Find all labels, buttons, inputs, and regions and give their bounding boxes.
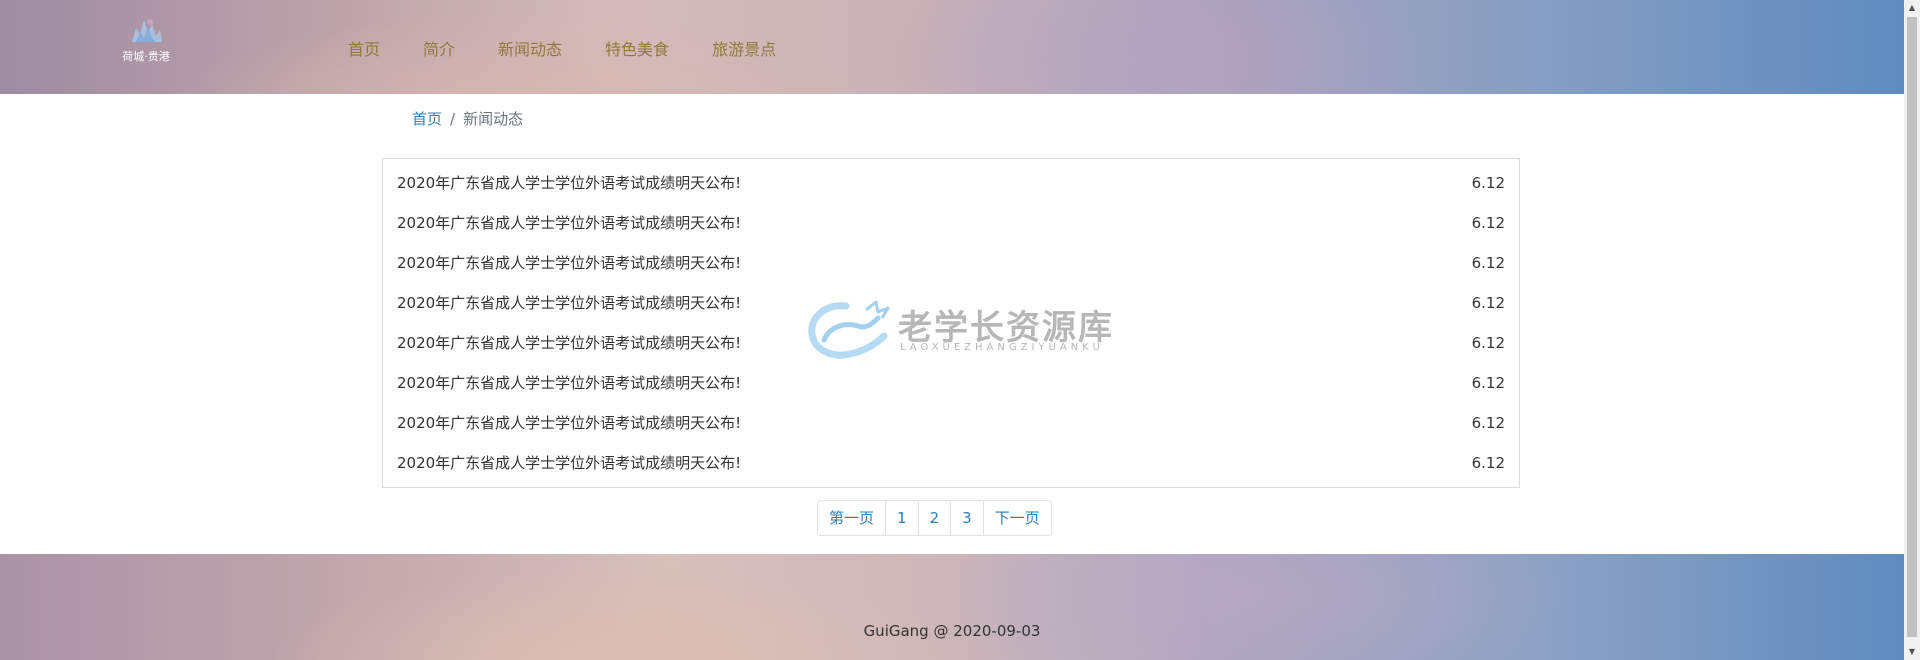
news-title[interactable]: 2020年广东省成人学士学位外语考试成绩明天公布!: [397, 291, 741, 315]
nav-item-attractions[interactable]: 旅游景点: [712, 36, 776, 60]
news-item[interactable]: 2020年广东省成人学士学位外语考试成绩明天公布! 6.12: [383, 447, 1519, 487]
page-1-button[interactable]: 1: [886, 501, 919, 535]
news-date: 6.12: [1471, 214, 1505, 232]
news-title[interactable]: 2020年广东省成人学士学位外语考试成绩明天公布!: [397, 171, 741, 195]
news-item[interactable]: 2020年广东省成人学士学位外语考试成绩明天公布! 6.12: [383, 287, 1519, 327]
news-date: 6.12: [1471, 294, 1505, 312]
nav-item-news[interactable]: 新闻动态: [498, 36, 562, 60]
news-date: 6.12: [1471, 254, 1505, 272]
news-date: 6.12: [1471, 414, 1505, 432]
news-item[interactable]: 2020年广东省成人学士学位外语考试成绩明天公布! 6.12: [383, 167, 1519, 207]
news-item[interactable]: 2020年广东省成人学士学位外语考试成绩明天公布! 6.12: [383, 327, 1519, 367]
nav-item-home[interactable]: 首页: [348, 36, 380, 60]
nav-item-intro[interactable]: 简介: [423, 36, 455, 60]
scroll-up-arrow-icon[interactable]: ▲: [1904, 0, 1920, 16]
breadcrumb-home-link[interactable]: 首页: [412, 110, 442, 128]
pagination: 第一页 1 2 3 下一页: [817, 500, 1052, 536]
breadcrumb-separator: /: [450, 110, 456, 128]
news-item[interactable]: 2020年广东省成人学士学位外语考试成绩明天公布! 6.12: [383, 207, 1519, 247]
main-nav: 首页 简介 新闻动态 特色美食 旅游景点: [348, 36, 819, 60]
page-3-button[interactable]: 3: [951, 501, 984, 535]
news-date: 6.12: [1471, 454, 1505, 472]
news-title[interactable]: 2020年广东省成人学士学位外语考试成绩明天公布!: [397, 211, 741, 235]
news-item[interactable]: 2020年广东省成人学士学位外语考试成绩明天公布! 6.12: [383, 407, 1519, 447]
nav-item-food[interactable]: 特色美食: [605, 36, 669, 60]
news-title[interactable]: 2020年广东省成人学士学位外语考试成绩明天公布!: [397, 451, 741, 475]
news-title[interactable]: 2020年广东省成人学士学位外语考试成绩明天公布!: [397, 331, 741, 355]
news-title[interactable]: 2020年广东省成人学士学位外语考试成绩明天公布!: [397, 371, 741, 395]
news-date: 6.12: [1471, 334, 1505, 352]
breadcrumb-current: 新闻动态: [463, 110, 524, 128]
page: 荷城·贵港 首页 简介 新闻动态 特色美食 旅游景点 首页 / 新闻动态 2020年…: [0, 0, 1904, 660]
breadcrumb: 首页 / 新闻动态: [412, 108, 523, 129]
vertical-scrollbar[interactable]: ▲ ▼: [1904, 0, 1920, 660]
scroll-thumb[interactable]: [1907, 17, 1917, 637]
next-page-button[interactable]: 下一页: [983, 501, 1051, 535]
scroll-down-arrow-icon[interactable]: ▼: [1904, 644, 1920, 660]
news-date: 6.12: [1471, 374, 1505, 392]
news-title[interactable]: 2020年广东省成人学士学位外语考试成绩明天公布!: [397, 411, 741, 435]
news-title[interactable]: 2020年广东省成人学士学位外语考试成绩明天公布!: [397, 251, 741, 275]
news-item[interactable]: 2020年广东省成人学士学位外语考试成绩明天公布! 6.12: [383, 367, 1519, 407]
news-item[interactable]: 2020年广东省成人学士学位外语考试成绩明天公布! 6.12: [383, 247, 1519, 287]
site-logo[interactable]: 荷城·贵港: [116, 14, 176, 74]
header-banner: 荷城·贵港 首页 简介 新闻动态 特色美食 旅游景点: [0, 0, 1904, 94]
city-logo-icon: [132, 19, 162, 42]
first-page-button[interactable]: 第一页: [818, 501, 887, 535]
page-2-button[interactable]: 2: [918, 501, 952, 535]
logo-text: 荷城·贵港: [122, 50, 170, 63]
footer-text: GuiGang @ 2020-09-03: [863, 622, 1041, 640]
news-list: 2020年广东省成人学士学位外语考试成绩明天公布! 6.12 2020年广东省成…: [382, 158, 1520, 488]
news-date: 6.12: [1471, 174, 1505, 192]
footer: GuiGang @ 2020-09-03: [0, 554, 1904, 660]
